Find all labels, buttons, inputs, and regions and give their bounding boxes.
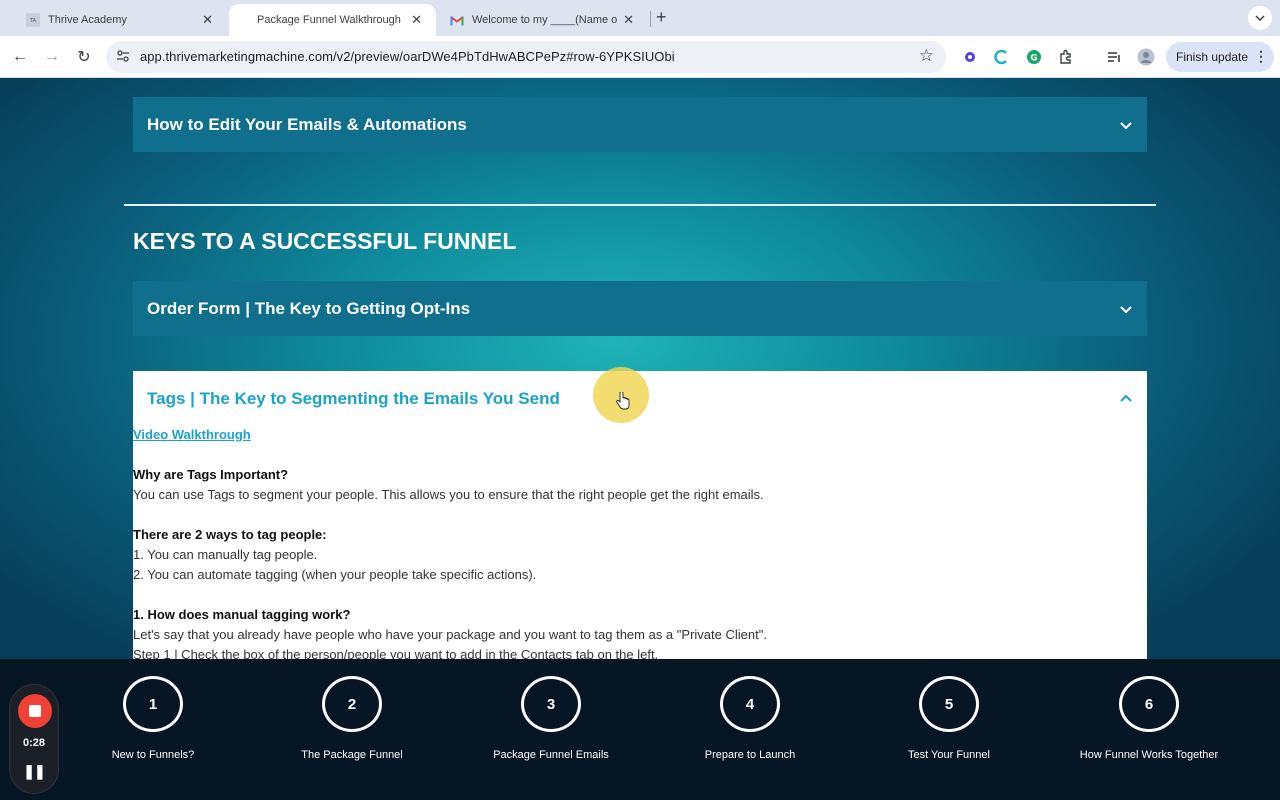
step-label: Prepare to Launch	[704, 749, 796, 761]
svg-text:TA: TA	[29, 18, 37, 24]
chevron-down-icon	[1119, 118, 1133, 137]
extension-purple-icon[interactable]	[961, 48, 979, 66]
step-number: 5	[919, 676, 979, 732]
tab-separator	[650, 11, 651, 27]
section-title: KEYS TO A SUCCESSFUL FUNNEL	[133, 228, 517, 254]
profile-avatar-icon[interactable]	[1137, 48, 1155, 66]
new-tab-icon[interactable]: +	[656, 7, 667, 28]
tab-bar: TA Thrive Academy ✕ Package Funnel Walkt…	[0, 0, 1280, 36]
stop-recording-button[interactable]	[18, 694, 52, 728]
tab-title: Package Funnel Walkthrough	[257, 14, 401, 26]
ways-to-tag-item: 1. You can manually tag people.	[133, 547, 318, 562]
chevron-down-icon	[1119, 302, 1133, 321]
close-tab-icon[interactable]: ✕	[202, 12, 213, 28]
step-number: 6	[1119, 676, 1179, 732]
chevron-up-icon[interactable]	[1119, 392, 1133, 411]
step-label: Test Your Funnel	[908, 749, 990, 761]
tab-search-chevron-icon[interactable]	[1248, 6, 1272, 30]
step-number: 4	[720, 676, 780, 732]
address-bar[interactable]: app.thrivemarketingmachine.com/v2/previe…	[106, 41, 946, 73]
accordion-title: Order Form | The Key to Getting Opt-Ins	[147, 298, 471, 318]
grammarly-icon[interactable]: G	[1025, 48, 1043, 66]
accordion-title: How to Edit Your Emails & Automations	[147, 114, 467, 134]
reload-icon[interactable]: ↻	[73, 46, 95, 68]
tab-title: Welcome to my ____(Name o	[472, 14, 618, 26]
gmail-favicon-icon	[450, 13, 464, 27]
why-tags-text: You can use Tags to segment your people.…	[133, 487, 764, 502]
step-label: New to Funnels?	[111, 749, 195, 761]
browser-toolbar: ← → ↻ app.thrivemarketingmachine.com/v2/…	[0, 36, 1280, 78]
screen-recorder-widget: 0:28 ❚❚	[9, 684, 59, 794]
section-divider	[124, 204, 1156, 206]
tab-package-funnel-walkthrough[interactable]: Package Funnel Walkthrough ✕	[229, 4, 436, 36]
tab-welcome-email[interactable]: Welcome to my ____(Name o ✕	[438, 4, 648, 36]
back-arrow-icon[interactable]: ←	[9, 46, 31, 68]
ways-to-tag-item: 2. You can automate tagging (when your p…	[133, 567, 537, 582]
tab-title: Thrive Academy	[48, 14, 127, 26]
forward-arrow-icon[interactable]: →	[41, 46, 63, 68]
page-content: How to Edit Your Emails & Automations KE…	[0, 78, 1280, 659]
close-tab-icon[interactable]: ✕	[623, 12, 634, 28]
step-number: 3	[521, 676, 581, 732]
url-text: app.thrivemarketingmachine.com/v2/previe…	[140, 49, 675, 64]
thrive-favicon-icon: TA	[26, 13, 40, 27]
bookmark-star-icon[interactable]: ☆	[919, 46, 934, 66]
step-3[interactable]: 3 Package Funnel Emails	[451, 676, 651, 761]
extensions-puzzle-icon[interactable]	[1057, 48, 1075, 66]
step-2[interactable]: 2 The Package Funnel	[252, 676, 452, 761]
manual-tagging-text: Let's say that you already have people w…	[133, 627, 767, 642]
accordion-order-form[interactable]: Order Form | The Key to Getting Opt-Ins	[133, 281, 1147, 336]
step-label: The Package Funnel	[301, 749, 403, 761]
step-label: How Funnel Works Together	[1079, 749, 1219, 761]
recording-timer: 0:28	[22, 737, 46, 749]
accordion-edit-emails[interactable]: How to Edit Your Emails & Automations	[133, 97, 1147, 152]
ways-to-tag-heading: There are 2 ways to tag people:	[133, 527, 327, 542]
why-tags-heading: Why are Tags Important?	[133, 467, 289, 482]
close-tab-icon[interactable]: ✕	[411, 12, 422, 28]
video-walkthrough-link[interactable]: Video Walkthrough	[133, 427, 251, 442]
step-6[interactable]: 6 How Funnel Works Together	[1049, 676, 1249, 761]
extension-c-icon[interactable]	[993, 48, 1011, 66]
manual-tagging-heading: 1. How does manual tagging work?	[133, 607, 351, 622]
step-1[interactable]: 1 New to Funnels?	[53, 676, 253, 761]
finish-update-label: Finish update	[1176, 50, 1249, 64]
svg-text:G: G	[1030, 54, 1037, 64]
site-settings-icon[interactable]	[116, 49, 130, 68]
tab-thrive-academy[interactable]: TA Thrive Academy ✕	[12, 4, 227, 36]
finish-update-button[interactable]: Finish update ⋮	[1166, 42, 1274, 72]
step-4[interactable]: 4 Prepare to Launch	[650, 676, 850, 761]
reading-list-icon[interactable]	[1105, 48, 1123, 66]
manual-tagging-step: Step 1 | Check the box of the person/peo…	[133, 647, 659, 659]
hand-pointer-cursor-icon	[616, 391, 630, 415]
step-number: 1	[123, 676, 183, 732]
stop-icon	[29, 705, 41, 717]
pause-icon[interactable]: ❚❚	[10, 763, 58, 780]
step-label: Package Funnel Emails	[493, 749, 609, 761]
more-menu-icon[interactable]: ⋮	[1254, 48, 1268, 65]
step-5[interactable]: 5 Test Your Funnel	[849, 676, 1049, 761]
accordion-title[interactable]: Tags | The Key to Segmenting the Emails …	[147, 389, 560, 409]
step-number: 2	[322, 676, 382, 732]
